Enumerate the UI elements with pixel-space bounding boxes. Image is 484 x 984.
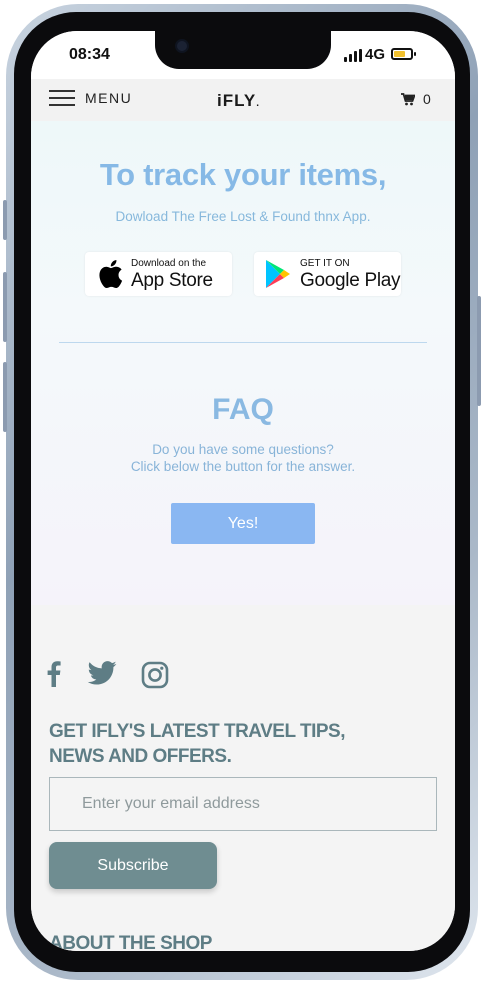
- google-play-button[interactable]: GET IT ON Google Play: [254, 252, 401, 296]
- network-label: 4G: [365, 46, 386, 63]
- battery-icon: [391, 48, 416, 60]
- top-nav: MENU iFLY. 0: [31, 79, 455, 121]
- faq-instruction-line: Click below the button for the answer.: [130, 459, 356, 474]
- faq-question-line: Do you have some questions?: [152, 442, 334, 457]
- cart-count: 0: [423, 91, 431, 107]
- app-store-text: Download on the App Store: [131, 257, 213, 291]
- menu-button[interactable]: MENU: [49, 90, 132, 106]
- newsletter-heading: GET IFLY'S LATEST TRAVEL TIPS, NEWS AND …: [49, 721, 346, 767]
- apple-icon: [99, 260, 123, 289]
- google-play-big-text: Google Play: [300, 269, 401, 291]
- subscribe-button[interactable]: Subscribe: [49, 842, 217, 889]
- signal-icon: [344, 49, 362, 62]
- cart-button[interactable]: 0: [401, 91, 431, 107]
- app-promo-section: To track your items, Dowload The Free Lo…: [31, 121, 455, 605]
- faq-title: FAQ: [212, 393, 274, 426]
- power-button: [477, 296, 481, 406]
- hamburger-icon: [49, 90, 75, 106]
- twitter-link[interactable]: [87, 661, 117, 685]
- about-shop-heading: ABOUT THE SHOP: [49, 933, 212, 951]
- instagram-link[interactable]: [141, 661, 169, 689]
- phone-screen: 08:34 4G MENU iFLY. 0 To track your item…: [31, 31, 455, 951]
- google-play-text: GET IT ON Google Play: [300, 257, 401, 291]
- promo-subtitle: Dowload The Free Lost & Found thnx App.: [115, 209, 371, 224]
- google-play-icon: [266, 260, 290, 288]
- faq-yes-button[interactable]: Yes!: [171, 503, 315, 544]
- app-store-small-text: Download on the: [131, 257, 207, 269]
- google-play-small-text: GET IT ON: [300, 257, 350, 269]
- footer: GET IFLY'S LATEST TRAVEL TIPS, NEWS AND …: [31, 605, 455, 951]
- status-time: 08:34: [69, 46, 110, 63]
- ifly-logo[interactable]: iFLY.: [217, 91, 260, 111]
- volume-down-button: [3, 362, 7, 432]
- front-camera: [175, 39, 189, 53]
- promo-headline: To track your items,: [99, 157, 387, 192]
- section-divider: [59, 342, 427, 343]
- app-store-big-text: App Store: [131, 269, 213, 291]
- facebook-link[interactable]: [47, 661, 61, 687]
- app-store-button[interactable]: Download on the App Store: [85, 252, 232, 296]
- instagram-icon: [141, 661, 169, 689]
- mute-switch: [3, 200, 7, 240]
- menu-label: MENU: [85, 90, 133, 106]
- facebook-icon: [47, 661, 61, 687]
- cart-icon: [401, 92, 415, 105]
- twitter-icon: [87, 661, 117, 685]
- email-input[interactable]: [49, 777, 437, 831]
- volume-up-button: [3, 272, 7, 342]
